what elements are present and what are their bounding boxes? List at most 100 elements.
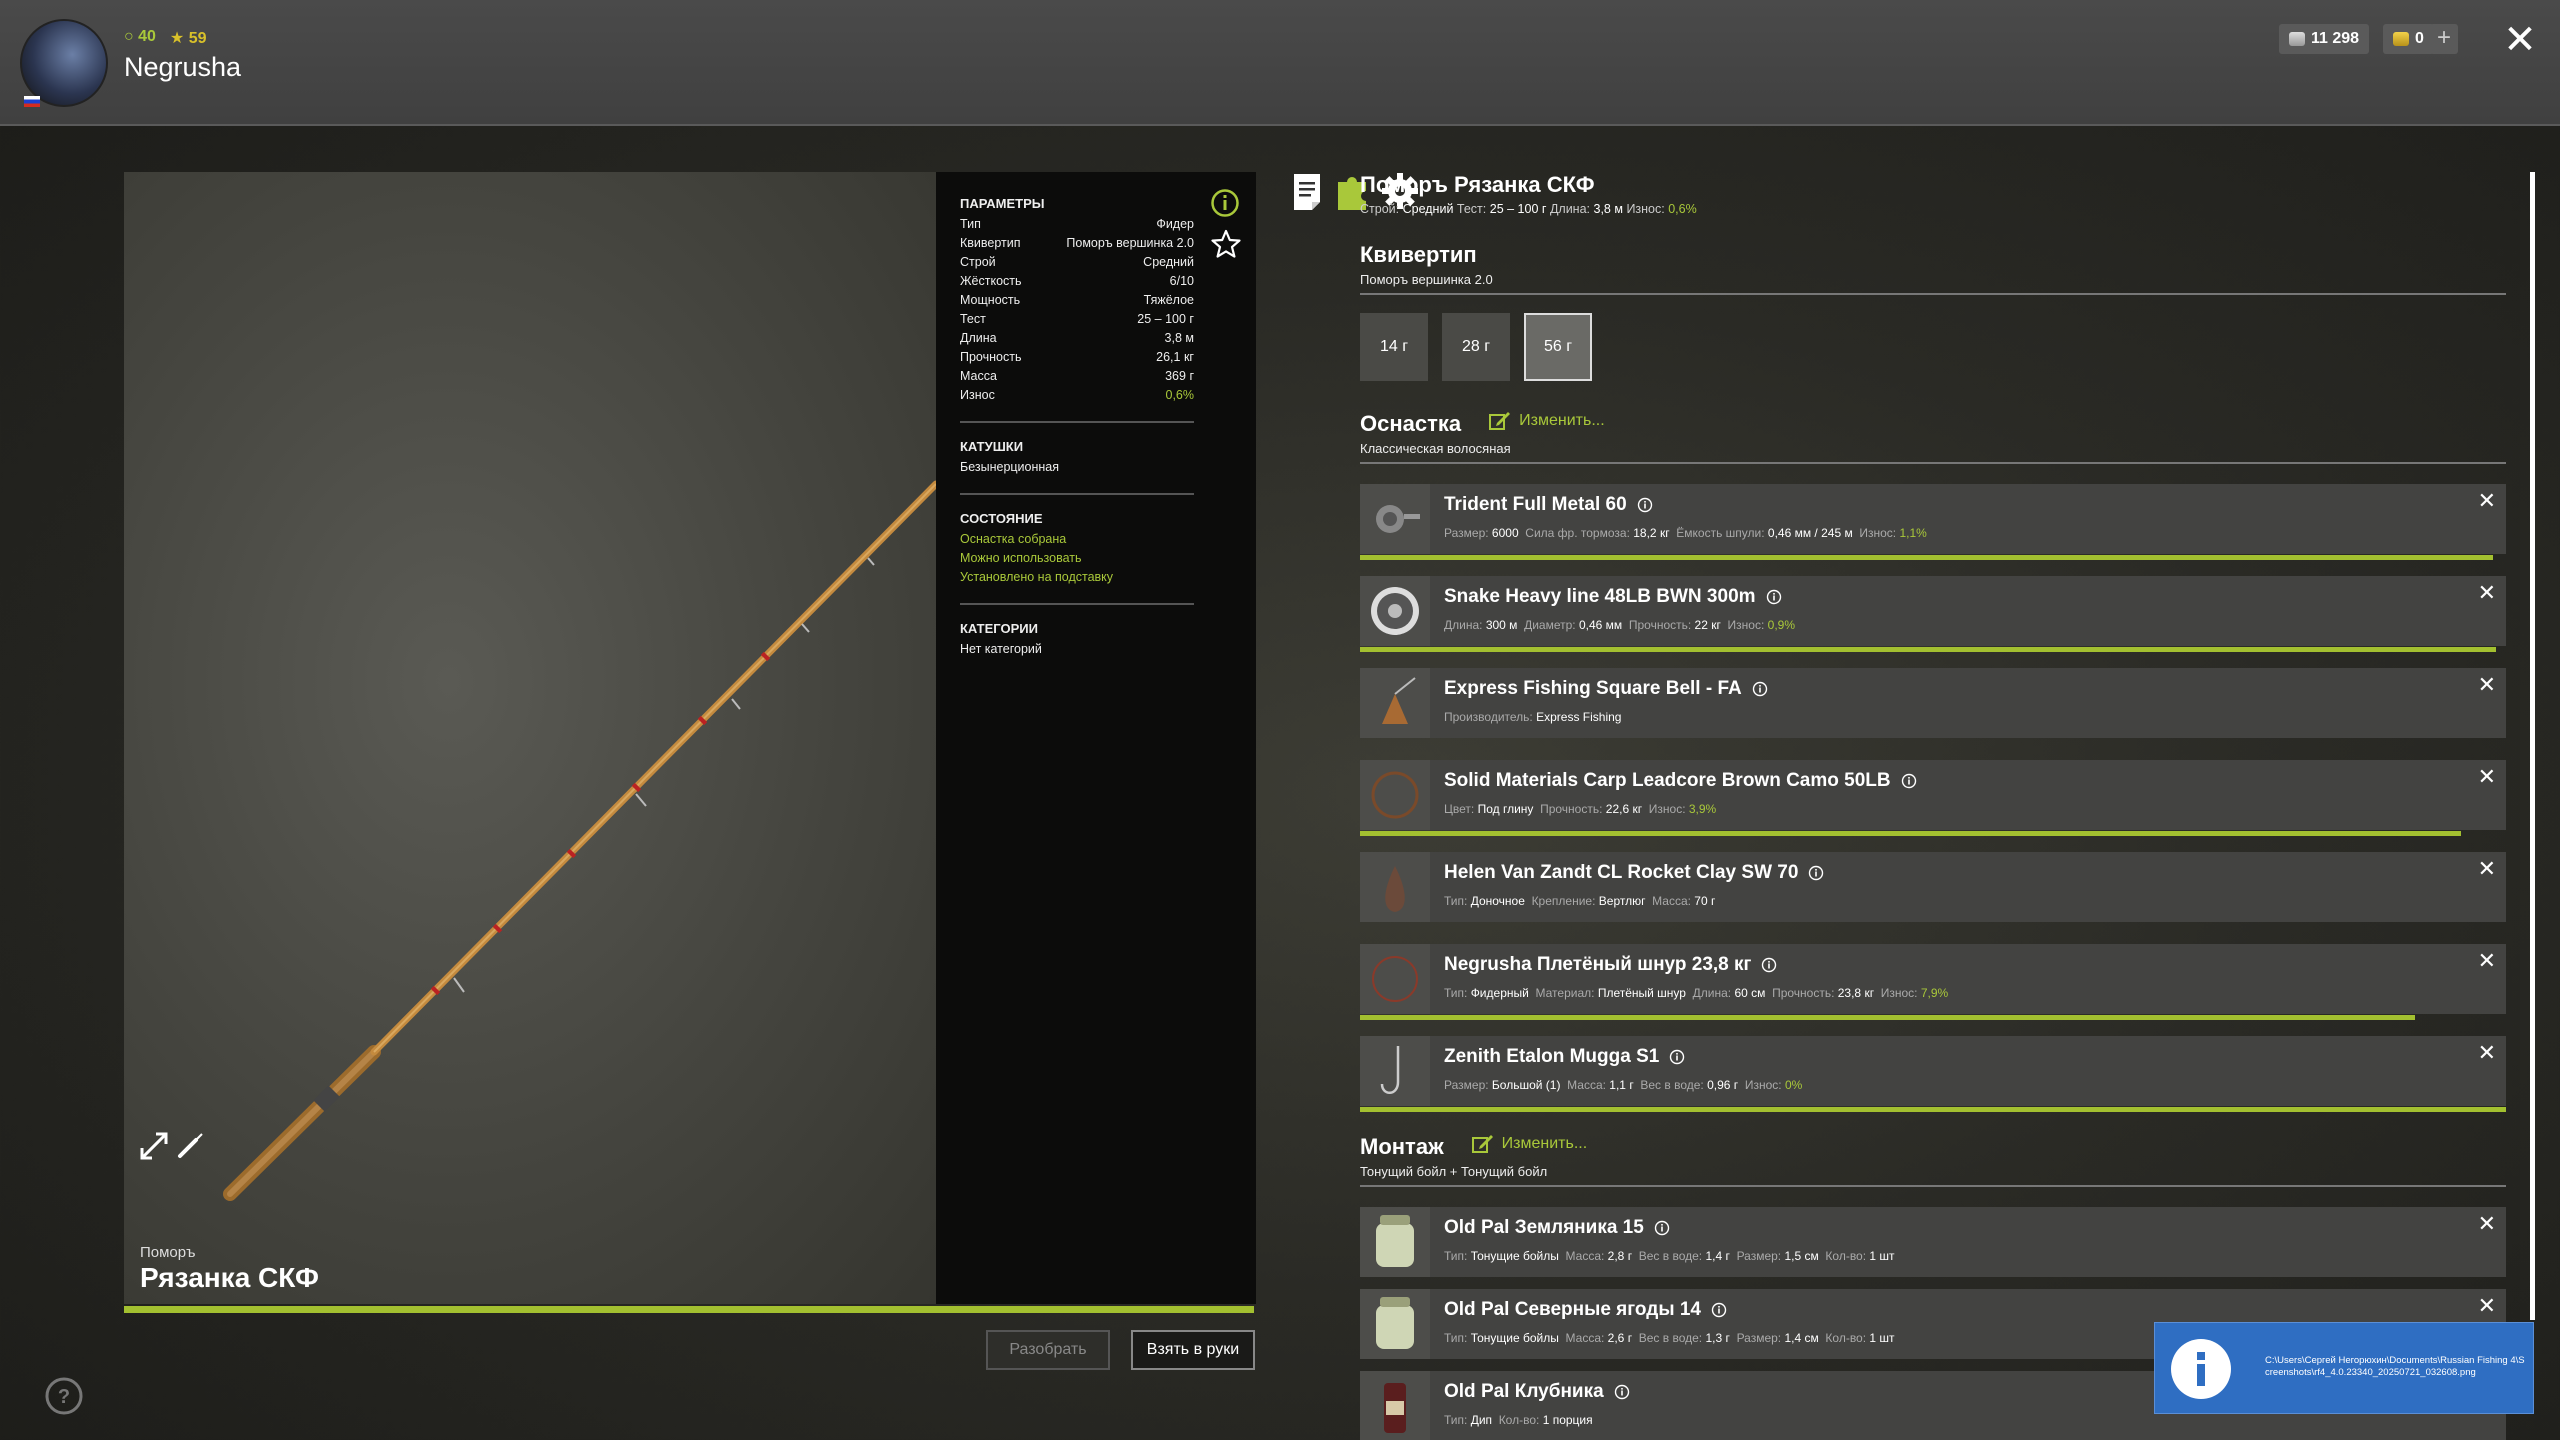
info-icon[interactable] — [1808, 865, 1824, 881]
silver-coin-icon — [2289, 32, 2305, 46]
remove-item-icon[interactable]: ✕ — [2478, 764, 2496, 790]
test-label: Тест: — [1456, 202, 1487, 216]
info-icon[interactable] — [1711, 1302, 1727, 1318]
help-icon[interactable]: ? — [44, 1376, 84, 1416]
meta-label: Тип: — [1444, 986, 1468, 1000]
meta-label: Тип: — [1444, 1249, 1468, 1263]
disassemble-button[interactable]: Разобрать — [986, 1330, 1110, 1370]
param-value: 25 – 100 г — [1137, 312, 1194, 326]
divider — [1360, 293, 2506, 295]
meta-label: Сила фр. тормоза: — [1525, 526, 1630, 540]
info-icon[interactable] — [1210, 188, 1240, 218]
meta-value: 1,4 см — [1784, 1331, 1819, 1345]
meta-label: Прочность: — [1772, 986, 1835, 1000]
silver-amount: 11 298 — [2311, 30, 2360, 47]
info-icon[interactable] — [1654, 1220, 1670, 1236]
remove-item-icon[interactable]: ✕ — [2478, 672, 2496, 698]
scrollbar[interactable] — [2530, 172, 2535, 1320]
brush-icon[interactable] — [174, 1130, 206, 1162]
silver-currency[interactable]: 11 298 — [2279, 24, 2370, 54]
item-name-text: Express Fishing Square Bell - FA — [1444, 678, 1742, 699]
param-value: Тяжёлое — [1143, 293, 1194, 307]
montage-edit-label: Изменить... — [1501, 1135, 1588, 1152]
level-stat: ○ 40 — [124, 28, 156, 45]
equipment-item[interactable]: Solid Materials Carp Leadcore Brown Camo… — [1360, 760, 2506, 836]
add-currency-button[interactable]: + — [2430, 24, 2458, 54]
remove-item-icon[interactable]: ✕ — [2478, 1040, 2496, 1066]
info-icon[interactable] — [1901, 773, 1917, 789]
item-name: Trident Full Metal 60 — [1444, 494, 1653, 516]
info-icon[interactable] — [1614, 1384, 1630, 1400]
info-icon[interactable] — [1761, 957, 1777, 973]
rig-edit-label: Изменить... — [1519, 412, 1605, 429]
item-name: Negrusha Плетёный шнур 23,8 кг — [1444, 954, 1777, 976]
meta-label: Износ: — [1648, 802, 1686, 816]
item-name-text: Zenith Etalon Mugga S1 — [1444, 1046, 1660, 1067]
remove-item-icon[interactable]: ✕ — [2478, 948, 2496, 974]
build-value: Средний — [1402, 202, 1454, 216]
meta-label: Размер: — [1444, 526, 1489, 540]
star-favorite-icon[interactable] — [1210, 228, 1242, 260]
rod-viewer[interactable]: Поморъ Рязанка СКФ — [124, 172, 936, 1304]
meta-value: 7,9% — [1920, 986, 1949, 1000]
remove-item-icon[interactable]: ✕ — [2478, 1293, 2496, 1319]
equipment-item[interactable]: Helen Van Zandt CL Rocket Clay SW 70 Тип:… — [1360, 852, 2506, 922]
meta-label: Тип: — [1444, 1331, 1468, 1345]
meta-label: Вес в воде: — [1638, 1331, 1703, 1345]
item-name-text: Helen Van Zandt CL Rocket Clay SW 70 — [1444, 862, 1799, 883]
remove-item-icon[interactable]: ✕ — [2478, 1211, 2496, 1237]
quiver-tip-option-selected[interactable]: 56 г — [1524, 313, 1592, 381]
param-value: Фидер — [1156, 217, 1194, 231]
take-in-hands-button[interactable]: Взять в руки — [1131, 1330, 1255, 1370]
equipment-item[interactable]: Express Fishing Square Bell - FA Производ… — [1360, 668, 2506, 738]
equipment-item[interactable]: Old Pal Земляника 15 Тип: Тонущие бойлы М… — [1360, 1207, 2506, 1277]
item-meta: Размер: 6000 Сила фр. тормоза: 18,2 кг Ё… — [1444, 526, 1934, 540]
item-meta: Тип: Тонущие бойлы Масса: 2,8 г Вес в во… — [1444, 1249, 1901, 1263]
screenshot-notification[interactable]: C:\Users\Сергей Негорюхин\Documents\Russ… — [2154, 1322, 2534, 1414]
info-icon[interactable] — [1752, 681, 1768, 697]
document-icon[interactable] — [1286, 170, 1328, 212]
remove-item-icon[interactable]: ✕ — [2478, 856, 2496, 882]
param-label: Тип — [960, 217, 981, 231]
rig-edit-link[interactable]: Изменить... — [1489, 411, 1605, 431]
info-icon — [2171, 1339, 2231, 1399]
item-thumbnail — [1360, 1036, 1430, 1106]
meta-value: 6000 — [1491, 526, 1519, 540]
equipment-item[interactable]: Zenith Etalon Mugga S1 Размер: Большой (1… — [1360, 1036, 2506, 1112]
remove-item-icon[interactable]: ✕ — [2478, 488, 2496, 514]
meta-label: Износ: — [1727, 618, 1765, 632]
quiver-tip-option[interactable]: 14 г — [1360, 313, 1428, 381]
meta-label: Прочность: — [1540, 802, 1603, 816]
item-thumbnail — [1360, 484, 1430, 554]
param-row: Квивертип Поморъ вершинка 2.0 — [960, 236, 1194, 255]
equipment-item[interactable]: Trident Full Metal 60 Размер: 6000 Сила ф… — [1360, 484, 2506, 560]
item-wear-bar — [1360, 647, 2496, 652]
length-label: Длина: — [1549, 202, 1591, 216]
equipment-item[interactable]: Negrusha Плетёный шнур 23,8 кг Тип: Фидер… — [1360, 944, 2506, 1020]
rod-wear-bar — [124, 1306, 1254, 1313]
meta-value: 3,9% — [1688, 802, 1717, 816]
quiver-tip-option[interactable]: 28 г — [1442, 313, 1510, 381]
close-icon[interactable]: ✕ — [2500, 18, 2540, 62]
svg-text:?: ? — [58, 1386, 70, 1408]
expand-icon[interactable] — [138, 1130, 170, 1162]
equipment-item[interactable]: Snake Heavy line 48LB BWN 300m Длина: 300… — [1360, 576, 2506, 652]
item-meta: Размер: Большой (1) Масса: 1,1 г Вес в в… — [1444, 1078, 1809, 1092]
params-list: Тип Фидер Квивертип Поморъ вершинка 2.0 Стро… — [960, 217, 1232, 407]
gold-currency[interactable]: 0 — [2383, 24, 2434, 54]
categories-value: Нет категорий — [960, 642, 1042, 656]
montage-edit-link[interactable]: Изменить... — [1471, 1134, 1588, 1154]
item-name: Solid Materials Carp Leadcore Brown Camo… — [1444, 770, 1917, 792]
item-thumbnail — [1360, 668, 1430, 738]
param-label: Прочность — [960, 350, 1022, 364]
info-icon[interactable] — [1637, 497, 1653, 513]
remove-item-icon[interactable]: ✕ — [2478, 580, 2496, 606]
meta-value: Дип — [1470, 1413, 1493, 1427]
info-icon[interactable] — [1669, 1049, 1685, 1065]
rig-items: Trident Full Metal 60 Размер: 6000 Сила ф… — [1360, 484, 2506, 1112]
gold-amount: 0 — [2415, 30, 2424, 47]
info-icon[interactable] — [1766, 589, 1782, 605]
meta-label: Размер: — [1444, 1078, 1489, 1092]
avatar[interactable] — [20, 19, 108, 107]
item-wear-bar — [1360, 831, 2462, 836]
